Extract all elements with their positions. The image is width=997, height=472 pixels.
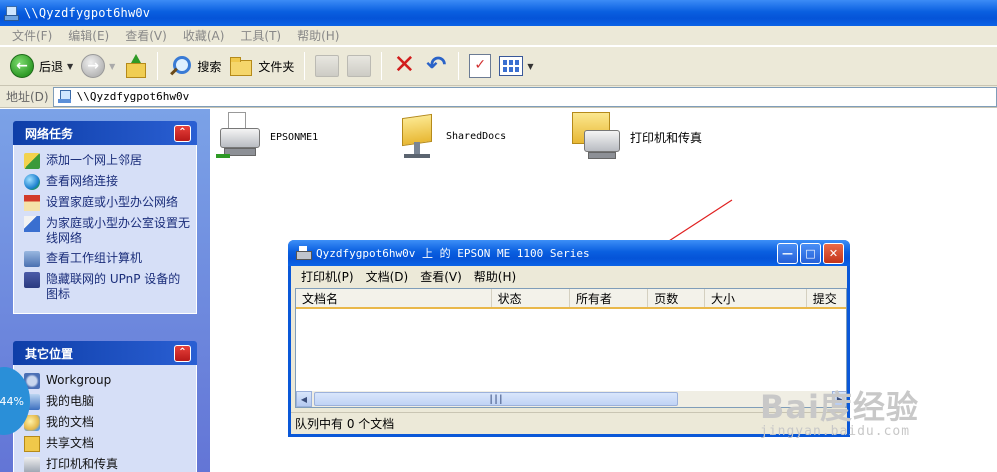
printer-icon	[296, 246, 312, 260]
column-header-status[interactable]: 状态	[492, 289, 570, 307]
watermark-url: jingyan.baidu.com	[760, 424, 911, 439]
menu-printer[interactable]: 打印机(P)	[295, 268, 360, 285]
column-headers: 文档名 状态 所有者 页数 大小 提交	[296, 289, 846, 309]
scroll-thumb[interactable]: ┃┃┃	[314, 392, 678, 406]
watermark-logo: Bai度经验	[760, 388, 919, 426]
column-header-submitted[interactable]: 提交	[807, 289, 846, 307]
window-controls: — □ ✕	[775, 243, 844, 264]
maximize-icon[interactable]: □	[800, 243, 821, 264]
menu-help[interactable]: 帮助(H)	[468, 268, 522, 285]
minimize-icon[interactable]: —	[777, 243, 798, 264]
scroll-left-icon[interactable]: ◀	[296, 391, 312, 407]
watermark: Bai度经验 jingyan.baidu.com	[760, 382, 919, 439]
close-icon[interactable]: ✕	[823, 243, 844, 264]
print-queue-title: Qyzdfygpot6hw0v 上 的 EPSON ME 1100 Series	[316, 247, 590, 260]
column-header-document[interactable]: 文档名	[296, 289, 492, 307]
column-header-size[interactable]: 大小	[705, 289, 807, 307]
status-text: 队列中有 0 个文档	[295, 417, 395, 431]
print-queue-menu: 打印机(P) 文档(D) 查看(V) 帮助(H)	[291, 266, 847, 286]
print-queue-titlebar[interactable]: Qyzdfygpot6hw0v 上 的 EPSON ME 1100 Series…	[288, 240, 850, 266]
menu-document[interactable]: 文档(D)	[360, 268, 415, 285]
menu-view[interactable]: 查看(V)	[414, 268, 468, 285]
column-header-owner[interactable]: 所有者	[570, 289, 649, 307]
column-header-pages[interactable]: 页数	[648, 289, 706, 307]
